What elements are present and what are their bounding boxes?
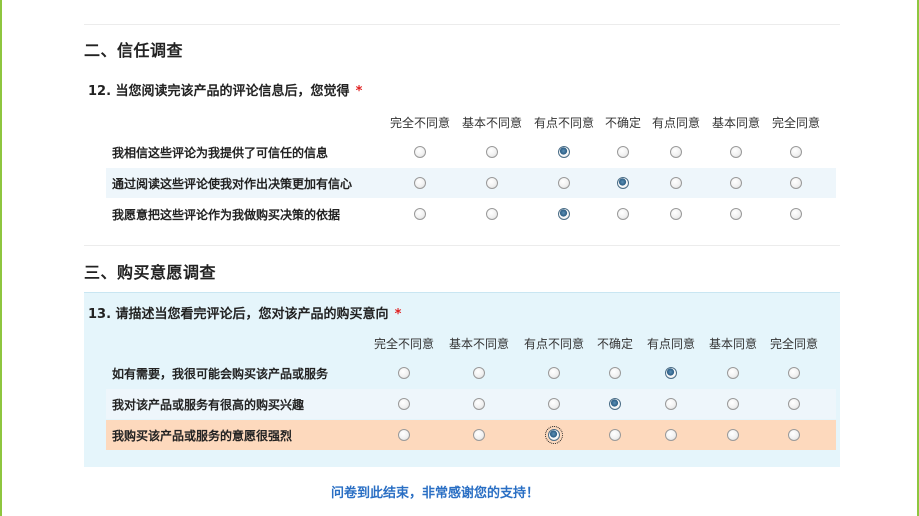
radio-button[interactable] <box>670 208 682 220</box>
radio-button[interactable] <box>730 208 742 220</box>
radio-button[interactable] <box>548 398 560 410</box>
radio-button[interactable] <box>790 146 802 158</box>
radio-button[interactable] <box>670 146 682 158</box>
scale-header: 基本不同意 <box>448 337 510 351</box>
radio-button[interactable] <box>473 429 485 441</box>
radio-button[interactable] <box>670 177 682 189</box>
radio-button[interactable] <box>473 367 485 379</box>
scale-header: 不确定 <box>604 116 642 130</box>
scale-header: 不确定 <box>596 337 634 351</box>
required-mark: * <box>394 307 402 322</box>
scale-header: 完全同意 <box>769 337 819 351</box>
radio-button[interactable] <box>790 177 802 189</box>
question-13: 13. 请描述当您看完评论后，您对该产品的购买意向 * 完全不同意 基本不同意 有点不… <box>84 292 840 467</box>
radio-button[interactable] <box>617 208 629 220</box>
matrix-row-label: 我相信这些评论为我提供了可信任的信息 <box>112 146 329 160</box>
divider <box>84 245 840 246</box>
section-title-purchase: 三、购买意愿调查 <box>84 263 217 282</box>
question-12-title: 12. 当您阅读完该产品的评论信息后，您觉得 * <box>88 84 363 99</box>
radio-button[interactable] <box>473 398 485 410</box>
radio-button[interactable] <box>486 208 498 220</box>
matrix-row: 我相信这些评论为我提供了可信任的信息 <box>106 137 836 167</box>
question-13-title: 13. 请描述当您看完评论后，您对该产品的购买意向 * <box>88 307 402 322</box>
scale-header: 有点不同意 <box>533 116 595 130</box>
radio-button[interactable] <box>730 146 742 158</box>
radio-button[interactable] <box>414 177 426 189</box>
radio-button[interactable] <box>727 367 739 379</box>
radio-button[interactable] <box>558 146 570 158</box>
radio-button[interactable] <box>788 398 800 410</box>
scale-header: 基本不同意 <box>461 116 523 130</box>
radio-button[interactable] <box>788 367 800 379</box>
radio-button[interactable] <box>398 367 410 379</box>
matrix-row: 通过阅读这些评论使我对作出决策更加有信心 <box>106 168 836 198</box>
page-border-left <box>0 0 2 516</box>
radio-button[interactable] <box>398 398 410 410</box>
radio-button[interactable] <box>665 429 677 441</box>
required-mark: * <box>355 84 363 99</box>
scale-header: 完全同意 <box>771 116 821 130</box>
divider <box>84 24 840 25</box>
radio-button[interactable] <box>414 146 426 158</box>
radio-button[interactable] <box>609 398 621 410</box>
radio-button[interactable] <box>486 177 498 189</box>
section-title-trust: 二、信任调查 <box>84 41 184 60</box>
radio-button[interactable] <box>665 367 677 379</box>
question-12: 12. 当您阅读完该产品的评论信息后，您觉得 * 完全不同意 基本不同意 有点不同意不… <box>84 70 840 235</box>
matrix-row-label: 通过阅读这些评论使我对作出决策更加有信心 <box>112 177 353 191</box>
matrix-row-label: 如有需要，我很可能会购买该产品或服务 <box>112 367 329 381</box>
radio-button[interactable] <box>414 208 426 220</box>
radio-button[interactable] <box>545 426 563 444</box>
matrix-row: 我对该产品或服务有很高的购买兴趣 <box>106 389 836 419</box>
matrix-row-label: 我购买该产品或服务的意愿很强烈 <box>112 429 293 443</box>
radio-button[interactable] <box>788 429 800 441</box>
radio-button[interactable] <box>617 177 629 189</box>
radio-button[interactable] <box>609 367 621 379</box>
radio-button[interactable] <box>665 398 677 410</box>
scale-header: 有点同意 <box>651 116 701 130</box>
radio-button[interactable] <box>609 429 621 441</box>
matrix-row: 我购买该产品或服务的意愿很强烈 <box>106 420 836 450</box>
radio-button[interactable] <box>730 177 742 189</box>
radio-button[interactable] <box>617 146 629 158</box>
matrix-row-label: 我对该产品或服务有很高的购买兴趣 <box>112 398 305 412</box>
matrix-row: 如有需要，我很可能会购买该产品或服务 <box>106 358 836 388</box>
scale-header: 完全不同意 <box>389 116 451 130</box>
scale-header: 完全不同意 <box>373 337 435 351</box>
radio-button[interactable] <box>790 208 802 220</box>
matrix-row: 我愿意把这些评论作为我做购买决策的依据 <box>106 199 836 229</box>
scale-header: 有点同意 <box>646 337 696 351</box>
radio-button[interactable] <box>727 398 739 410</box>
scale-header: 基本同意 <box>711 116 761 130</box>
scale-header: 有点不同意 <box>523 337 585 351</box>
survey-end-message: 问卷到此结束，非常感谢您的支持！ <box>330 486 539 501</box>
matrix-row-label: 我愿意把这些评论作为我做购买决策的依据 <box>112 208 341 222</box>
scale-header: 基本同意 <box>708 337 758 351</box>
radio-button[interactable] <box>558 177 570 189</box>
radio-button[interactable] <box>558 208 570 220</box>
radio-button[interactable] <box>398 429 410 441</box>
radio-button[interactable] <box>727 429 739 441</box>
radio-button[interactable] <box>548 367 560 379</box>
radio-button[interactable] <box>486 146 498 158</box>
